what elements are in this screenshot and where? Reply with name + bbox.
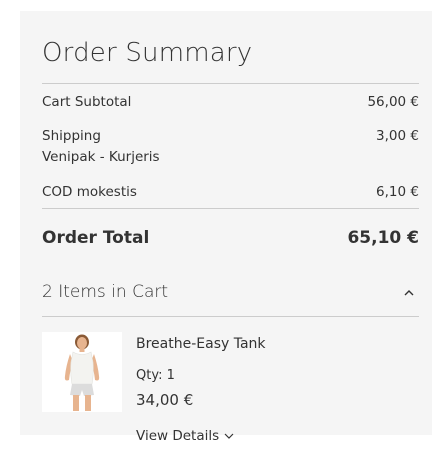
view-details-toggle[interactable]: View Details: [136, 428, 235, 444]
divider: [42, 316, 419, 317]
qty-value: 1: [166, 368, 175, 383]
items-in-cart-toggle[interactable]: 2 Items in Cart: [42, 282, 168, 302]
order-total-label: Order Total: [42, 228, 150, 248]
qty-label: Qty:: [136, 368, 163, 383]
order-summary-title: Order Summary: [42, 38, 253, 68]
view-details-label[interactable]: View Details: [136, 428, 219, 444]
product-price: 34,00 €: [136, 391, 194, 409]
cart-subtotal-label: Cart Subtotal: [42, 94, 132, 110]
divider: [42, 83, 419, 84]
shipping-value: 3,00 €: [376, 128, 419, 144]
product-quantity: Qty: 1: [136, 368, 175, 383]
order-total-value: 65,10 €: [347, 228, 419, 248]
order-summary-panel: Order Summary Cart Subtotal 56,00 € Ship…: [20, 11, 432, 444]
cod-value: 6,10 €: [376, 184, 419, 200]
chevron-up-icon[interactable]: [402, 288, 416, 298]
tank-top-product-photo: [42, 332, 122, 412]
cart-subtotal-value: 56,00 €: [367, 94, 419, 110]
product-image[interactable]: [42, 332, 122, 412]
shipping-method: Venipak - Kurjeris: [42, 149, 160, 165]
divider: [42, 208, 419, 209]
cod-label: COD mokestis: [42, 184, 137, 200]
chevron-down-icon[interactable]: [223, 432, 235, 440]
product-name[interactable]: Breathe-Easy Tank: [136, 336, 266, 352]
shipping-label: Shipping: [42, 128, 101, 144]
